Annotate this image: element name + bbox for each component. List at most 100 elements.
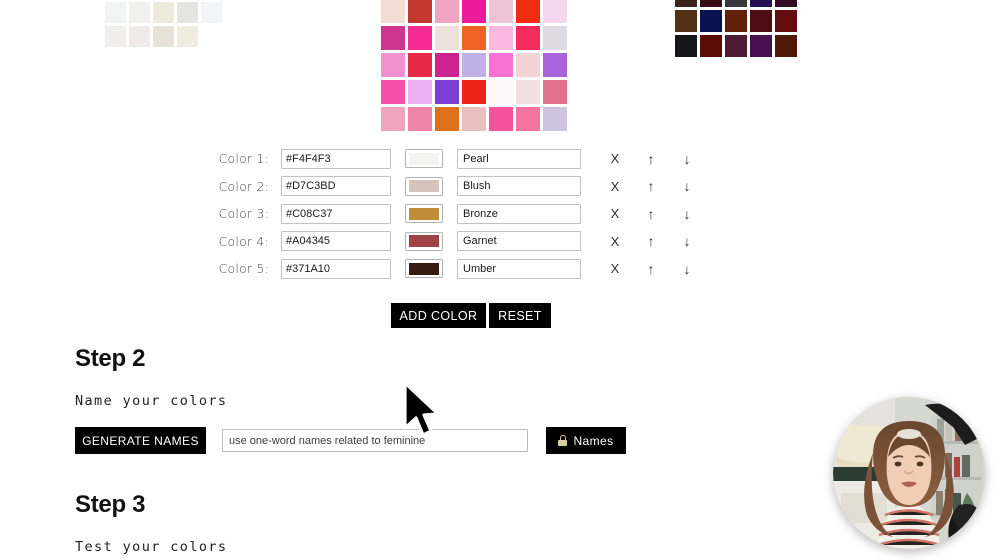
palette-swatch[interactable] [105,26,126,47]
palette-swatch[interactable] [750,35,772,57]
move-up-icon[interactable]: ↑ [637,233,665,249]
color-name-input[interactable]: Blush [457,176,581,197]
palette-swatch[interactable] [516,0,540,23]
palette-swatch[interactable] [408,53,432,77]
color-swatch-button[interactable] [405,204,443,224]
palette-swatch[interactable] [543,80,567,104]
palette-swatch[interactable] [381,80,405,104]
move-down-icon[interactable]: ↓ [673,151,701,167]
palette-swatch[interactable] [177,26,198,47]
palette-swatch[interactable] [675,10,697,32]
add-color-button[interactable]: ADD COLOR [391,303,486,328]
color-hex-input[interactable]: #F4F4F3 [281,148,391,169]
palette-swatch[interactable] [775,0,797,7]
palette-swatch[interactable] [700,10,722,32]
remove-color-icon[interactable]: X [601,261,629,276]
palette-swatch[interactable] [408,26,432,50]
palette-swatch[interactable] [177,2,198,23]
color-hex-input[interactable]: #D7C3BD [281,176,391,197]
palette-swatch[interactable] [775,35,797,57]
remove-color-icon[interactable]: X [601,234,629,249]
palette-swatch[interactable] [489,0,513,23]
palette-swatch[interactable] [153,2,174,23]
palette-swatch[interactable] [725,35,747,57]
palette-swatch[interactable] [381,0,405,23]
palette-swatch[interactable] [725,10,747,32]
palette-swatch[interactable] [462,80,486,104]
palette-swatch[interactable] [435,53,459,77]
palette-swatch[interactable] [381,26,405,50]
remove-color-icon[interactable]: X [601,206,629,221]
palette-swatch[interactable] [129,2,150,23]
pink-palette-grid[interactable] [381,0,567,131]
move-up-icon[interactable]: ↑ [637,206,665,222]
palette-swatch[interactable] [489,107,513,131]
color-name-input[interactable]: Bronze [457,203,581,224]
palette-swatch[interactable] [381,107,405,131]
neutral-palette-grid[interactable] [105,0,222,47]
lock-names-label: Names [573,433,614,448]
palette-swatch[interactable] [516,107,540,131]
color-swatch-button[interactable] [405,149,443,169]
color-name-input[interactable]: Umber [457,258,581,279]
palette-swatch[interactable] [201,26,222,47]
color-swatch-button[interactable] [405,176,443,196]
palette-swatch[interactable] [700,35,722,57]
palette-swatch[interactable] [435,107,459,131]
generate-names-button[interactable]: GENERATE NAMES [75,427,206,454]
palette-swatch[interactable] [489,26,513,50]
palette-swatch[interactable] [129,26,150,47]
remove-color-icon[interactable]: X [601,179,629,194]
color-hex-input[interactable]: #C08C37 [281,203,391,224]
palette-swatch[interactable] [462,26,486,50]
palette-swatch[interactable] [435,0,459,23]
webcam-video-bubble[interactable] [833,397,985,549]
palette-swatch[interactable] [543,26,567,50]
palette-swatch[interactable] [489,80,513,104]
palette-swatch[interactable] [153,26,174,47]
palette-swatch[interactable] [408,0,432,23]
palette-swatch[interactable] [675,35,697,57]
palette-swatch[interactable] [381,53,405,77]
move-up-icon[interactable]: ↑ [637,178,665,194]
palette-swatch[interactable] [462,107,486,131]
names-prompt-input[interactable]: use one-word names related to feminine [222,429,528,452]
move-up-icon[interactable]: ↑ [637,151,665,167]
reset-button[interactable]: RESET [489,303,551,328]
palette-swatch[interactable] [516,26,540,50]
palette-swatch[interactable] [408,107,432,131]
palette-swatch[interactable] [725,0,747,7]
palette-swatch[interactable] [516,53,540,77]
move-down-icon[interactable]: ↓ [673,233,701,249]
color-swatch-button[interactable] [405,259,443,279]
palette-swatch[interactable] [543,107,567,131]
palette-swatch[interactable] [435,26,459,50]
move-down-icon[interactable]: ↓ [673,178,701,194]
lock-names-button[interactable]: Names [546,427,626,454]
palette-swatch[interactable] [543,53,567,77]
palette-swatch[interactable] [408,80,432,104]
dark-palette-grid[interactable] [675,0,797,57]
color-hex-input[interactable]: #371A10 [281,258,391,279]
palette-swatch[interactable] [462,53,486,77]
color-hex-input[interactable]: #A04345 [281,231,391,252]
move-up-icon[interactable]: ↑ [637,261,665,277]
palette-swatch[interactable] [675,0,697,7]
palette-swatch[interactable] [516,80,540,104]
color-name-input[interactable]: Garnet [457,231,581,252]
palette-swatch[interactable] [775,10,797,32]
palette-swatch[interactable] [105,2,126,23]
palette-swatch[interactable] [201,2,222,23]
palette-swatch[interactable] [700,0,722,7]
palette-swatch[interactable] [750,10,772,32]
color-swatch-button[interactable] [405,231,443,251]
move-down-icon[interactable]: ↓ [673,206,701,222]
move-down-icon[interactable]: ↓ [673,261,701,277]
palette-swatch[interactable] [435,80,459,104]
remove-color-icon[interactable]: X [601,151,629,166]
color-name-input[interactable]: Pearl [457,148,581,169]
palette-swatch[interactable] [543,0,567,23]
palette-swatch[interactable] [750,0,772,7]
palette-swatch[interactable] [462,0,486,23]
palette-swatch[interactable] [489,53,513,77]
